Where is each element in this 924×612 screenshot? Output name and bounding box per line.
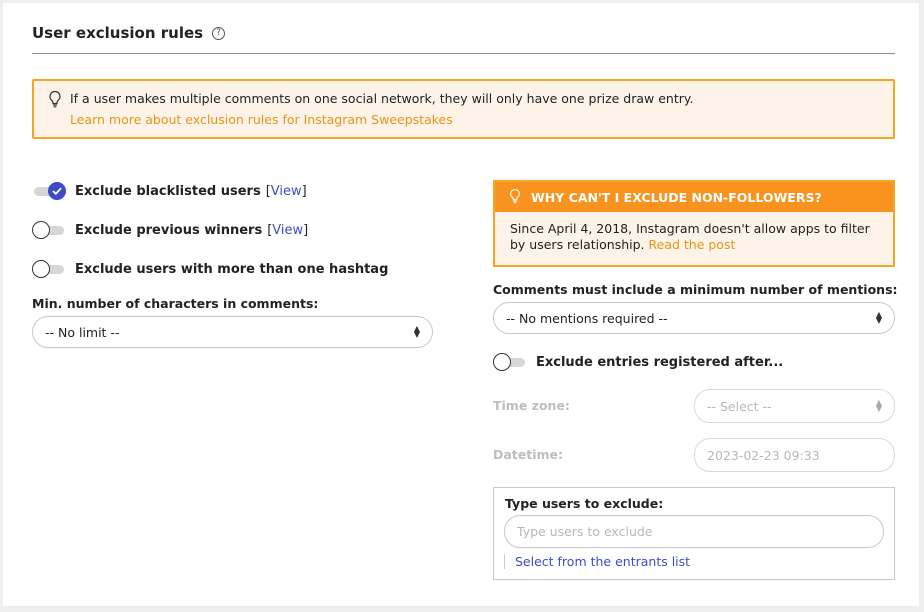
timezone-select[interactable]: -- Select -- ▲ ▼ [694, 389, 895, 423]
timezone-value: -- Select -- [707, 398, 772, 414]
previous-winners-label: Exclude previous winners [75, 222, 263, 238]
toggle-row-registered-after: Exclude entries registered after... [493, 352, 783, 372]
mentions-label: Comments must include a minimum number o… [493, 282, 898, 297]
select-arrows-icon: ▲ ▼ [413, 324, 420, 339]
page-title: User exclusion rules [32, 24, 204, 42]
warning-header: WHY CAN'T I EXCLUDE NON-FOLLOWERS? [495, 182, 893, 212]
toggle-row-previous-winners: Exclude previous winners [View] [32, 220, 308, 240]
exclude-users-box: Type users to exclude: Type users to exc… [493, 487, 895, 580]
lightbulb-icon [509, 188, 521, 207]
min-chars-label: Min. number of characters in comments: [32, 296, 319, 311]
timezone-label: Time zone: [493, 398, 570, 413]
datetime-label: Datetime: [493, 447, 564, 462]
select-arrows-icon: ▲ ▼ [875, 398, 882, 413]
min-chars-select[interactable]: -- No limit -- ▲ ▼ [32, 316, 433, 348]
non-followers-warning: WHY CAN'T I EXCLUDE NON-FOLLOWERS? Since… [493, 180, 895, 267]
help-icon[interactable]: ? [212, 27, 226, 40]
notice-learn-more-link[interactable]: Learn more about exclusion rules for Ins… [70, 112, 453, 127]
toggle-row-blacklisted: Exclude blacklisted users [View] [32, 181, 307, 201]
exclusion-rules-card: User exclusion rules ? If a user makes m… [3, 3, 919, 606]
mentions-select[interactable]: -- No mentions required -- ▲ ▼ [493, 302, 895, 334]
min-chars-value: -- No limit -- [45, 324, 120, 340]
warning-title: WHY CAN'T I EXCLUDE NON-FOLLOWERS? [531, 189, 822, 205]
select-entrants-link[interactable]: Select from the entrants list [504, 554, 690, 569]
datetime-input[interactable]: 2023-02-23 09:33 [694, 438, 895, 472]
blacklisted-view: [View] [265, 183, 307, 199]
previous-winners-view: [View] [267, 222, 309, 238]
section-header: User exclusion rules ? [32, 23, 895, 54]
warning-body: Since April 4, 2018, Instagram doesn't a… [495, 212, 893, 253]
previous-winners-view-link[interactable]: View [272, 223, 303, 238]
hashtag-toggle[interactable] [32, 259, 66, 279]
hashtag-label: Exclude users with more than one hashtag [75, 261, 389, 277]
blacklisted-toggle[interactable] [32, 181, 66, 201]
toggle-row-hashtag: Exclude users with more than one hashtag [32, 259, 388, 279]
info-notice: If a user makes multiple comments on one… [32, 79, 895, 139]
mentions-value: -- No mentions required -- [506, 310, 668, 326]
notice-text: If a user makes multiple comments on one… [70, 91, 694, 106]
check-icon [48, 182, 66, 200]
blacklisted-label: Exclude blacklisted users [75, 183, 261, 199]
select-arrows-icon: ▲ ▼ [875, 310, 882, 325]
datetime-value: 2023-02-23 09:33 [707, 447, 820, 463]
read-post-link[interactable]: Read the post [649, 237, 736, 252]
exclude-users-input[interactable]: Type users to exclude [504, 515, 884, 548]
lightbulb-icon [48, 90, 62, 112]
registered-after-label: Exclude entries registered after... [536, 354, 784, 370]
blacklisted-view-link[interactable]: View [271, 184, 302, 199]
registered-after-toggle[interactable] [493, 352, 527, 372]
exclude-users-label: Type users to exclude: [505, 496, 664, 511]
previous-winners-toggle[interactable] [32, 220, 66, 240]
